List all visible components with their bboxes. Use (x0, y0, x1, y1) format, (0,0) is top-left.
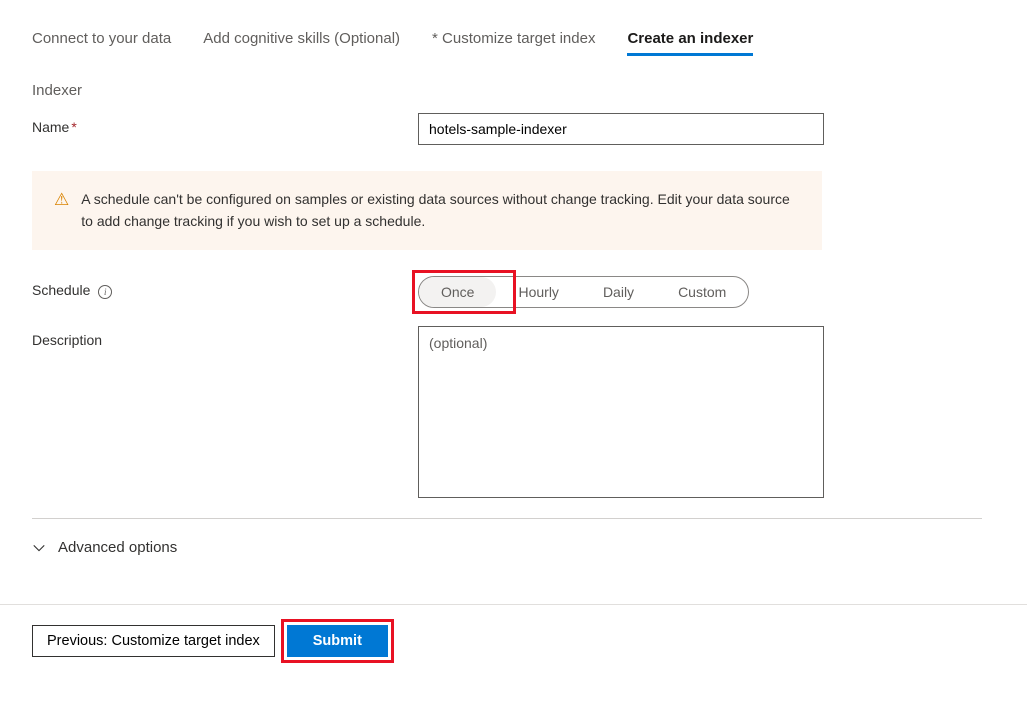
schedule-option-daily[interactable]: Daily (581, 277, 656, 307)
footer: Previous: Customize target index Submit (0, 605, 1027, 677)
warning-icon: ⚠ (54, 189, 69, 232)
tab-connect-data[interactable]: Connect to your data (32, 30, 171, 56)
advanced-options-toggle[interactable]: Advanced options (32, 531, 995, 564)
tab-cognitive-skills[interactable]: Add cognitive skills (Optional) (203, 30, 400, 56)
required-asterisk: * (71, 119, 76, 135)
schedule-option-once[interactable]: Once (419, 277, 496, 307)
wizard-tabs: Connect to your data Add cognitive skill… (32, 30, 995, 56)
description-textarea[interactable] (418, 326, 824, 498)
schedule-label: Schedule i (32, 276, 418, 298)
previous-button[interactable]: Previous: Customize target index (32, 625, 275, 657)
tab-create-indexer[interactable]: Create an indexer (627, 30, 753, 56)
info-icon[interactable]: i (98, 285, 112, 299)
name-input[interactable] (418, 113, 824, 145)
schedule-option-hourly[interactable]: Hourly (496, 277, 580, 307)
description-label: Description (32, 326, 418, 348)
section-title: Indexer (32, 82, 995, 99)
schedule-warning: ⚠ A schedule can't be configured on samp… (32, 171, 822, 250)
schedule-selector: Once Hourly Daily Custom (418, 276, 749, 308)
submit-button[interactable]: Submit (287, 625, 388, 657)
schedule-option-custom[interactable]: Custom (656, 277, 748, 307)
chevron-down-icon (32, 541, 46, 555)
tab-customize-index[interactable]: * Customize target index (432, 30, 595, 56)
warning-text: A schedule can't be configured on sample… (81, 189, 800, 232)
divider (32, 518, 982, 519)
advanced-options-label: Advanced options (58, 539, 177, 556)
name-label: Name* (32, 113, 418, 135)
